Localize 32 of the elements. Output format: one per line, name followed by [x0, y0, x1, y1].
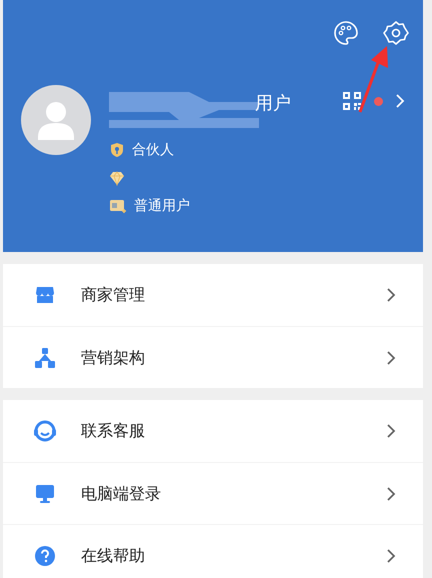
- card-icon: [109, 198, 127, 214]
- storefront-icon: [34, 284, 56, 306]
- menu-item[interactable]: 联系客服: [3, 400, 423, 462]
- chevron-right-icon: [386, 350, 396, 366]
- chevron-right-icon: [386, 423, 396, 439]
- menu-label: 在线帮助: [81, 544, 146, 566]
- menu-item[interactable]: 在线帮助: [3, 524, 423, 578]
- badge-label: 合伙人: [132, 140, 174, 160]
- menu-label: 联系客服: [81, 420, 146, 442]
- settings-icon[interactable]: [383, 20, 409, 46]
- chevron-right-icon: [386, 548, 396, 564]
- menu-label: 商家管理: [81, 284, 146, 306]
- menu-label: 电脑端登录: [81, 482, 162, 504]
- avatar[interactable]: [21, 85, 91, 155]
- chevron-right-icon: [386, 287, 396, 303]
- username: 用户: [255, 92, 291, 116]
- diamond-icon: [109, 170, 125, 186]
- qr-code-icon[interactable]: [342, 91, 362, 111]
- menu-item[interactable]: 营销架构: [3, 326, 423, 388]
- chevron-right-icon: [395, 93, 405, 109]
- help-icon: [34, 544, 56, 566]
- badge-label: 普通用户: [134, 196, 190, 216]
- shield-icon: [109, 142, 125, 158]
- chevron-right-icon: [386, 486, 396, 502]
- monitor-icon: [34, 482, 56, 504]
- palette-icon[interactable]: [333, 20, 359, 46]
- headset-icon: [33, 420, 57, 442]
- annotation-arrow: [357, 44, 391, 114]
- menu-item[interactable]: 电脑端登录: [3, 462, 423, 524]
- hierarchy-icon: [34, 346, 56, 368]
- menu-label: 营销架构: [81, 346, 146, 368]
- menu-item[interactable]: 商家管理: [3, 264, 423, 326]
